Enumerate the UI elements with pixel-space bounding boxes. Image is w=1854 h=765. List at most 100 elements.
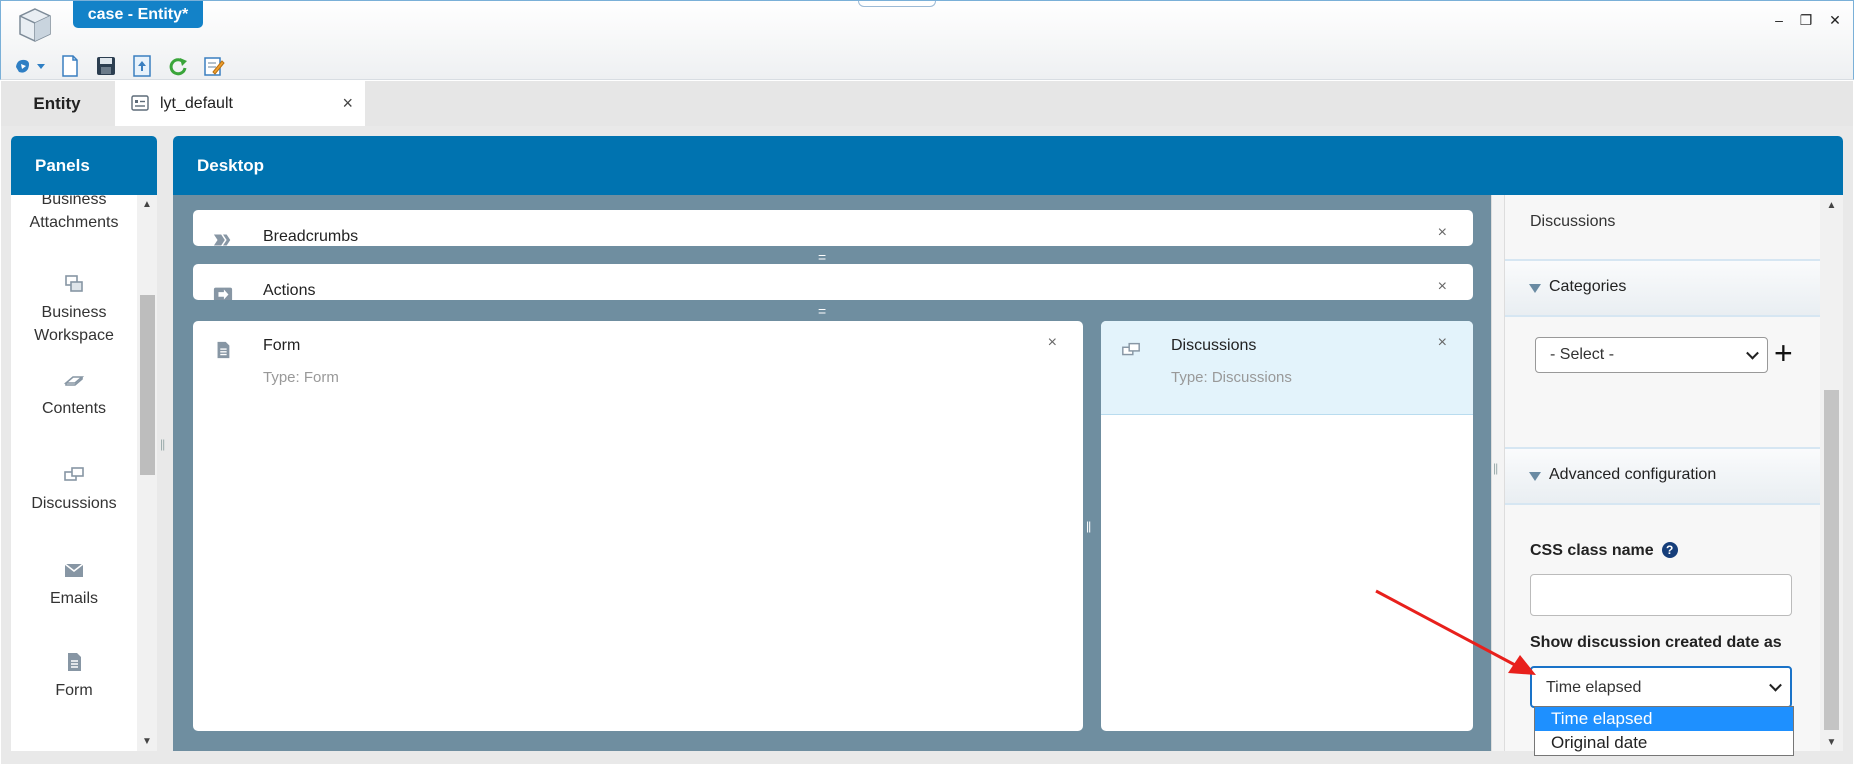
form-name: Form xyxy=(263,337,301,354)
panel-item-label: Emails xyxy=(49,590,98,607)
panel-item-label: Discussions xyxy=(31,495,117,512)
panel-item-contents[interactable]: Contents xyxy=(11,369,137,420)
panel-item-emails[interactable]: Emails xyxy=(11,559,137,610)
panel-item-label: Form xyxy=(55,682,93,699)
edit-button[interactable] xyxy=(201,54,227,78)
scroll-up-icon[interactable]: ▲ xyxy=(141,199,153,210)
breadcrumbs-name: Breadcrumbs xyxy=(263,228,359,245)
panel-item-label: Business Workspace xyxy=(34,304,114,344)
scroll-down-icon[interactable]: ▼ xyxy=(141,736,153,747)
annotation-arrow-icon xyxy=(1375,589,1536,675)
publish-icon xyxy=(133,55,151,77)
tab-layout-label: lyt_default xyxy=(160,95,233,112)
layout-icon xyxy=(131,95,149,111)
chevron-down-icon xyxy=(1746,346,1759,360)
collapse-triangle-icon xyxy=(1529,472,1541,481)
selected-widget-name: Discussions xyxy=(1530,213,1616,230)
row-grip-icon[interactable]: = xyxy=(818,304,826,318)
breadcrumbs-widget[interactable]: Breadcrumbs × xyxy=(193,210,1473,246)
css-class-label-text: CSS class name xyxy=(1530,542,1654,559)
form-icon xyxy=(217,341,230,359)
window-drag-handle[interactable] xyxy=(858,1,936,7)
actions-widget[interactable]: Actions × xyxy=(193,264,1473,300)
restore-button[interactable]: ❐ xyxy=(1796,11,1816,29)
date-display-select[interactable]: Time elapsed xyxy=(1530,666,1792,708)
window-title: case - Entity* xyxy=(73,1,203,28)
layout-canvas: Breadcrumbs × = Actions × = Form Type: F… xyxy=(173,195,1491,751)
discussions-name: Discussions xyxy=(1171,337,1257,354)
add-category-icon[interactable]: + xyxy=(1774,335,1793,371)
refresh-button[interactable] xyxy=(165,54,191,78)
panel-item-label: Contents xyxy=(41,400,107,417)
contents-icon xyxy=(63,376,85,386)
discussions-type: Type: Discussions xyxy=(1171,369,1292,386)
scroll-down-icon[interactable]: ▼ xyxy=(1825,737,1838,748)
panels-scrollbar[interactable]: ▲ ▼ xyxy=(137,195,157,751)
panel-item-business-workspace[interactable]: Business Workspace xyxy=(11,273,137,347)
panel-item-form[interactable]: Form xyxy=(11,651,137,702)
edit-icon xyxy=(204,57,225,76)
properties-scrollbar[interactable]: ▲ ▼ xyxy=(1820,195,1843,751)
breadcrumbs-icon xyxy=(213,234,231,246)
panels-splitter[interactable]: || xyxy=(160,437,165,451)
form-type: Type: Form xyxy=(263,369,339,386)
desktop-title: Desktop xyxy=(173,136,1843,195)
categories-title: Categories xyxy=(1549,278,1627,295)
app-cube-icon xyxy=(19,8,51,42)
panel-item-business-attachments[interactable]: Business Attachments xyxy=(11,195,137,234)
discussions-icon xyxy=(64,467,84,481)
save-icon xyxy=(97,57,115,75)
panels-pane: Panels Business Attachments Business Wor… xyxy=(11,136,157,751)
tab-entity[interactable]: Entity xyxy=(1,81,113,126)
column-grip-icon[interactable]: || xyxy=(1086,519,1091,533)
css-class-label: CSS class name? xyxy=(1530,542,1678,560)
date-display-label: Show discussion created date as xyxy=(1530,634,1782,651)
close-button[interactable]: ✕ xyxy=(1825,11,1845,29)
desktop-pane: Desktop Breadcrumbs × = Actions × = Form… xyxy=(173,136,1843,751)
panels-title: Panels xyxy=(11,136,157,195)
publish-button[interactable] xyxy=(129,54,155,78)
form-widget[interactable]: Form Type: Form × xyxy=(193,321,1083,731)
panel-item-discussions[interactable]: Discussions xyxy=(11,464,137,515)
actions-name: Actions xyxy=(263,282,316,299)
categories-select[interactable]: - Select - xyxy=(1535,337,1768,373)
title-bar: case - Entity* – ❐ ✕ xyxy=(0,0,1854,80)
scroll-up-icon[interactable]: ▲ xyxy=(1825,200,1838,211)
discussions-widget-header xyxy=(1101,321,1473,415)
email-icon xyxy=(64,563,84,577)
date-display-select-value: Time elapsed xyxy=(1546,679,1642,696)
form-icon xyxy=(68,653,81,671)
collapse-triangle-icon xyxy=(1529,284,1541,293)
toolbar xyxy=(13,54,227,78)
row-grip-icon[interactable]: = xyxy=(818,250,826,264)
tab-layout[interactable]: lyt_default × xyxy=(115,81,365,126)
panel-item-label: Business Attachments xyxy=(29,195,119,231)
option-time-elapsed[interactable]: Time elapsed xyxy=(1535,707,1793,731)
actions-icon xyxy=(213,287,233,300)
css-class-input[interactable] xyxy=(1530,574,1792,616)
categories-section-header[interactable]: Categories xyxy=(1505,259,1821,317)
properties-content: Discussions Categories - Select - + Adva… xyxy=(1504,195,1821,751)
breadcrumbs-close-icon[interactable]: × xyxy=(1438,224,1447,242)
save-button[interactable] xyxy=(93,54,119,78)
document-tabs: Entity lyt_default × xyxy=(1,81,1853,126)
date-display-options: Time elapsed Original date xyxy=(1534,706,1794,756)
advanced-section-header[interactable]: Advanced configuration xyxy=(1505,447,1821,505)
properties-scroll-thumb[interactable] xyxy=(1824,390,1839,730)
option-original-date[interactable]: Original date xyxy=(1535,731,1793,755)
properties-pane: Discussions Categories - Select - + Adva… xyxy=(1504,195,1843,751)
actions-close-icon[interactable]: × xyxy=(1438,278,1447,296)
minimize-button[interactable]: – xyxy=(1769,11,1789,29)
help-icon[interactable]: ? xyxy=(1661,542,1678,558)
form-close-icon[interactable]: × xyxy=(1048,334,1057,352)
panels-scroll-thumb[interactable] xyxy=(140,295,155,475)
workspace-icon xyxy=(65,275,83,292)
refresh-icon xyxy=(169,58,187,76)
new-button[interactable] xyxy=(57,54,83,78)
discussions-close-icon[interactable]: × xyxy=(1438,334,1447,352)
discussions-icon xyxy=(1122,342,1140,356)
process-menu-button[interactable] xyxy=(13,54,47,78)
panels-list: Business Attachments Business Workspace … xyxy=(11,195,137,751)
tab-close-icon[interactable]: × xyxy=(342,81,353,126)
process-icon xyxy=(16,59,45,73)
